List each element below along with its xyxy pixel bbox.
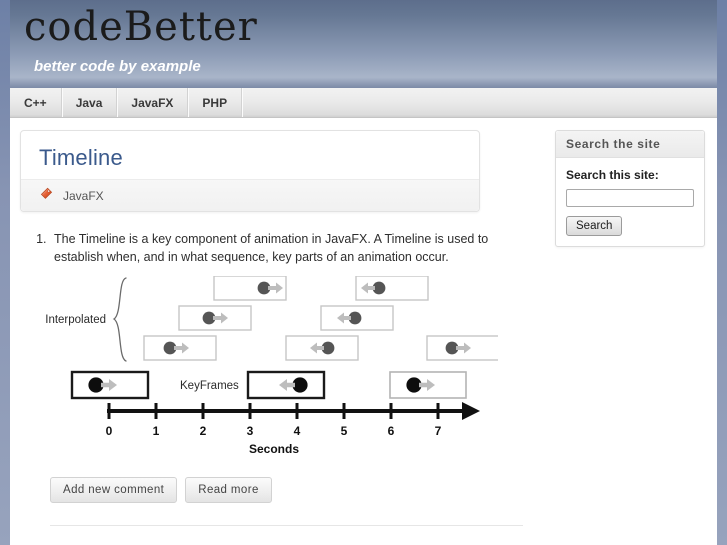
body-paragraph: The Timeline is a key component of anima… bbox=[50, 230, 520, 266]
nav-item-php[interactable]: PHP bbox=[188, 88, 243, 117]
page-root: codeBetter better code by example C++ Ja… bbox=[0, 0, 727, 545]
node-header-card: Timeline JavaFX bbox=[20, 130, 480, 212]
page-left-border bbox=[0, 0, 10, 545]
site-slogan: better code by example bbox=[34, 58, 201, 75]
nav-item-cpp[interactable]: C++ bbox=[10, 88, 62, 117]
search-block: Search the site Search this site: Search bbox=[555, 130, 705, 247]
axis-tick-1: 1 bbox=[153, 424, 160, 438]
page-title: Timeline bbox=[39, 145, 123, 170]
node-tags-row: JavaFX bbox=[21, 179, 479, 211]
content-divider bbox=[50, 525, 523, 526]
page-right-border bbox=[717, 0, 727, 545]
axis-tick-5: 5 bbox=[341, 424, 348, 438]
interpolated-label: Interpolated bbox=[45, 314, 106, 326]
search-input[interactable] bbox=[566, 189, 694, 207]
node-links: Add new comment Read more bbox=[50, 477, 520, 504]
search-label: Search this site: bbox=[566, 168, 659, 182]
timeline-diagram-svg: Interpolated KeyFrames 0 1 2 3 4 5 6 7 S… bbox=[45, 275, 500, 456]
axis-label-seconds: Seconds bbox=[249, 442, 299, 456]
node-body: The Timeline is a key component of anima… bbox=[20, 230, 520, 266]
keyframes-label: KeyFrames bbox=[180, 380, 239, 392]
interpolated-row-3 bbox=[213, 275, 429, 301]
nav-item-javafx[interactable]: JavaFX bbox=[117, 88, 189, 117]
interpolated-brace: Interpolated bbox=[45, 277, 127, 362]
time-axis: 0 1 2 3 4 5 6 7 Seconds bbox=[106, 402, 480, 456]
interpolated-row-1 bbox=[143, 335, 500, 361]
primary-nav: C++ Java JavaFX PHP bbox=[10, 88, 717, 118]
nav-item-java[interactable]: Java bbox=[62, 88, 118, 117]
search-block-body: Search this site: Search bbox=[556, 158, 704, 246]
axis-tick-3: 3 bbox=[247, 424, 254, 438]
tag-icon bbox=[39, 187, 53, 204]
axis-tick-4: 4 bbox=[294, 424, 301, 438]
search-block-title: Search the site bbox=[556, 131, 704, 158]
interpolated-row-2 bbox=[178, 305, 394, 331]
timeline-diagram: Interpolated KeyFrames 0 1 2 3 4 5 6 7 S… bbox=[28, 275, 520, 459]
main-column: Timeline JavaFX 1. The Timeline is a key… bbox=[20, 130, 520, 504]
axis-tick-2: 2 bbox=[200, 424, 207, 438]
keyframes-row: KeyFrames bbox=[70, 371, 467, 400]
tag-link-javafx[interactable]: JavaFX bbox=[63, 189, 104, 203]
site-title[interactable]: codeBetter bbox=[24, 4, 258, 50]
content-area: Timeline JavaFX 1. The Timeline is a key… bbox=[10, 118, 717, 545]
site-header: codeBetter better code by example bbox=[10, 0, 717, 88]
axis-tick-7: 7 bbox=[435, 424, 442, 438]
search-submit-button[interactable]: Search bbox=[566, 216, 623, 236]
axis-tick-0: 0 bbox=[106, 424, 113, 438]
add-new-comment-button[interactable]: Add new comment bbox=[50, 477, 178, 504]
sidebar: Search the site Search this site: Search bbox=[555, 130, 705, 247]
axis-tick-6: 6 bbox=[388, 424, 395, 438]
read-more-button[interactable]: Read more bbox=[185, 477, 272, 504]
